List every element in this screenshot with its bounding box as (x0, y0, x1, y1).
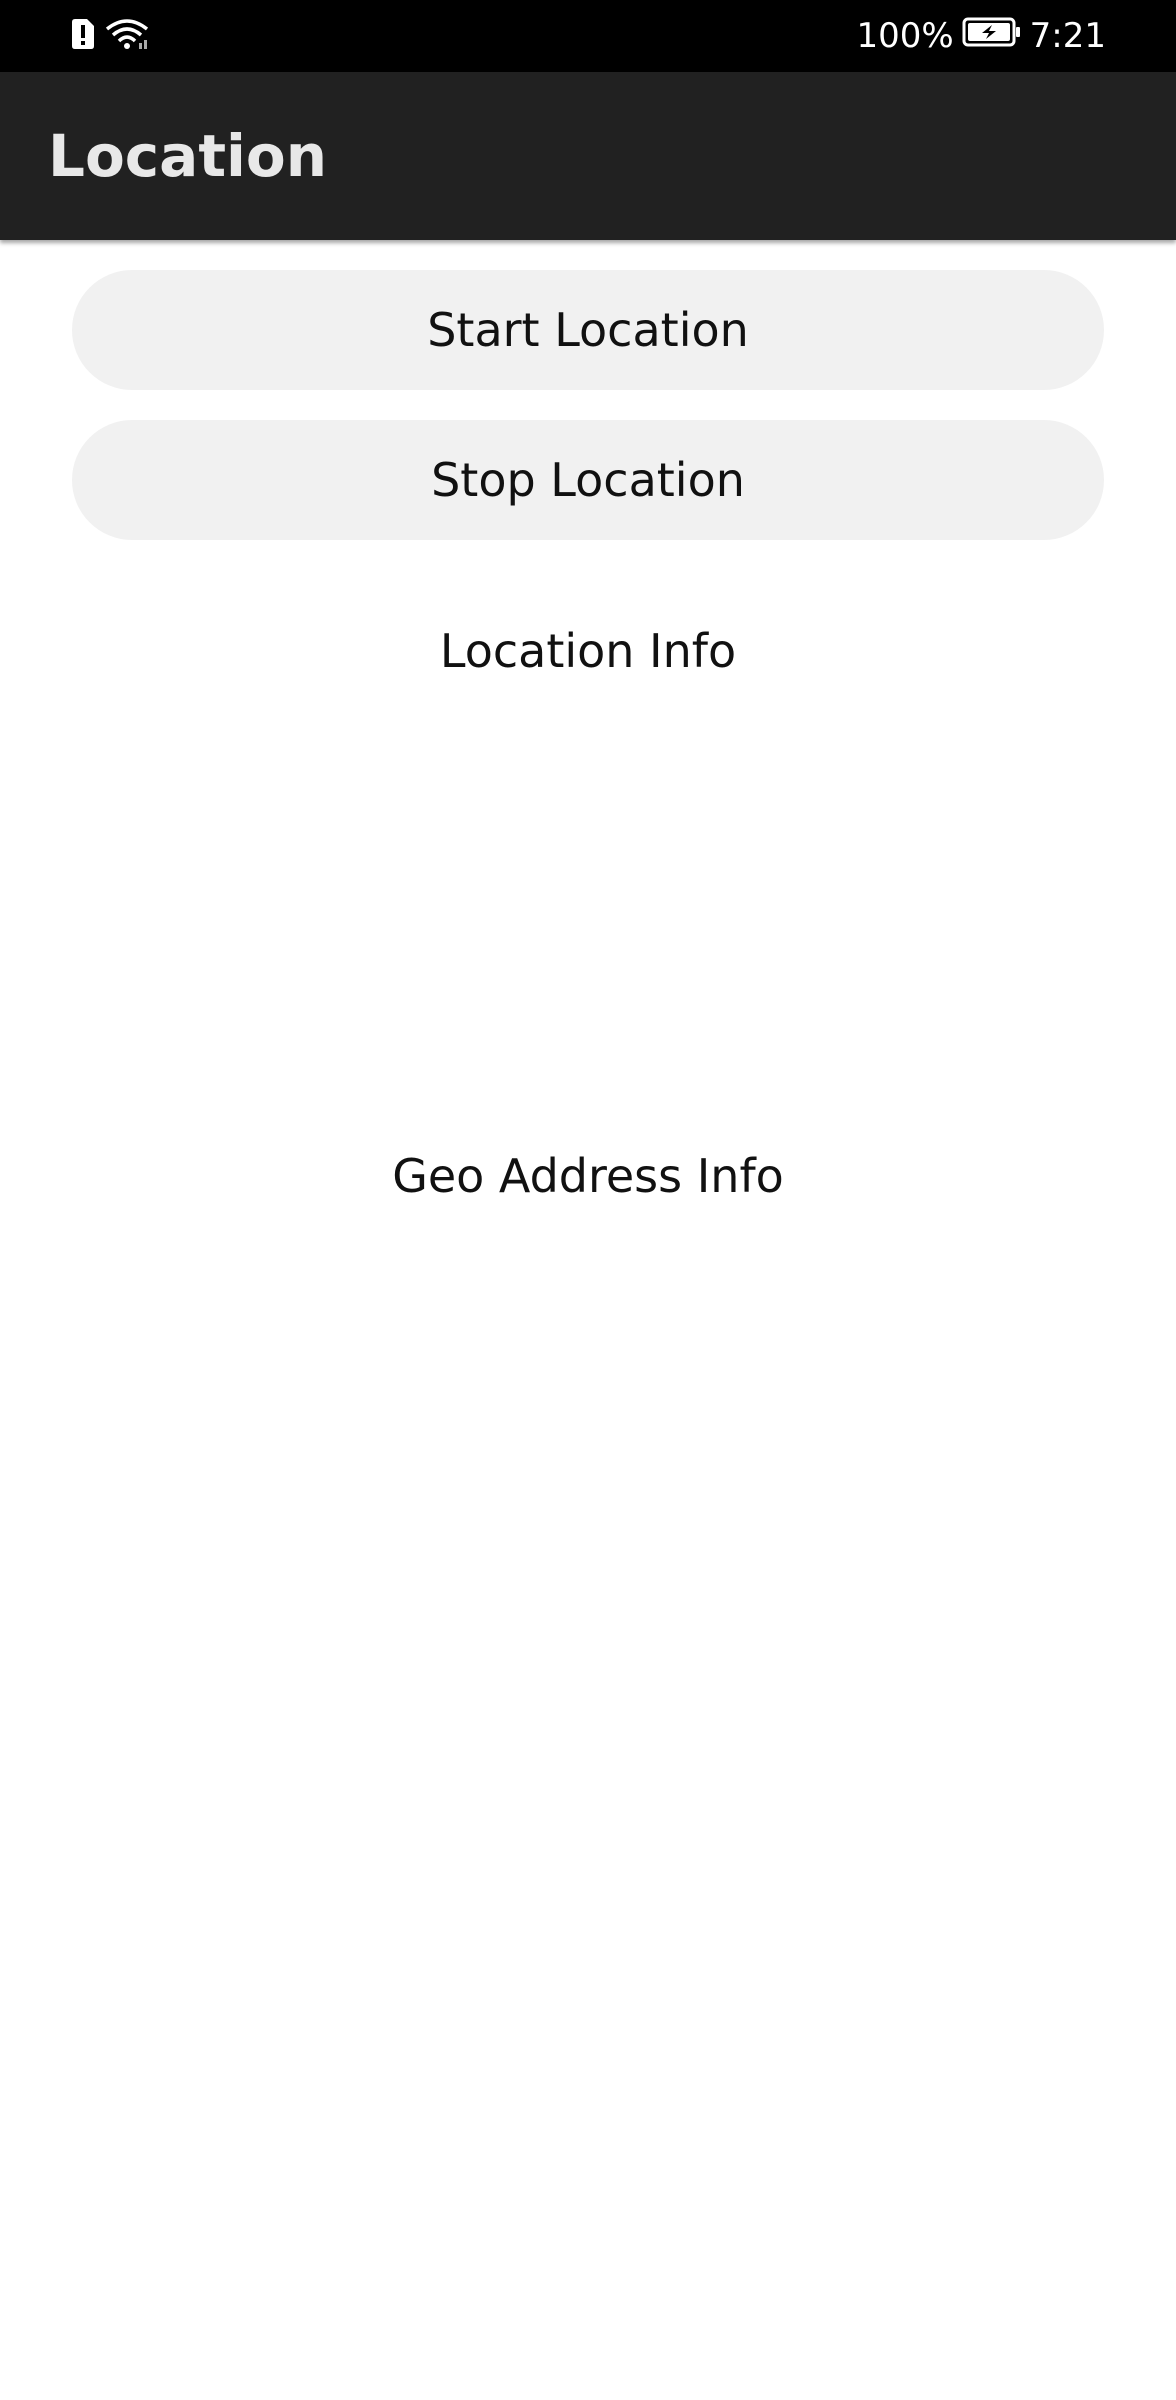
battery-charging-icon (962, 16, 1022, 57)
clock-time: 7:21 (1029, 16, 1106, 56)
status-right: 100% 7:21 (856, 0, 1106, 72)
start-location-button[interactable]: Start Location (72, 270, 1104, 390)
wifi-icon (104, 17, 150, 56)
battery-percent: 100% (856, 16, 954, 56)
stop-location-button[interactable]: Stop Location (72, 420, 1104, 540)
location-info-text: Location Info (439, 624, 737, 678)
status-bar: 100% 7:21 (0, 0, 1176, 72)
page-title: Location (48, 122, 328, 190)
alert-icon (70, 18, 96, 55)
geo-address-info-text: Geo Address Info (392, 1149, 784, 1203)
app-bar: Location (0, 72, 1176, 240)
status-left-icons (70, 18, 150, 54)
